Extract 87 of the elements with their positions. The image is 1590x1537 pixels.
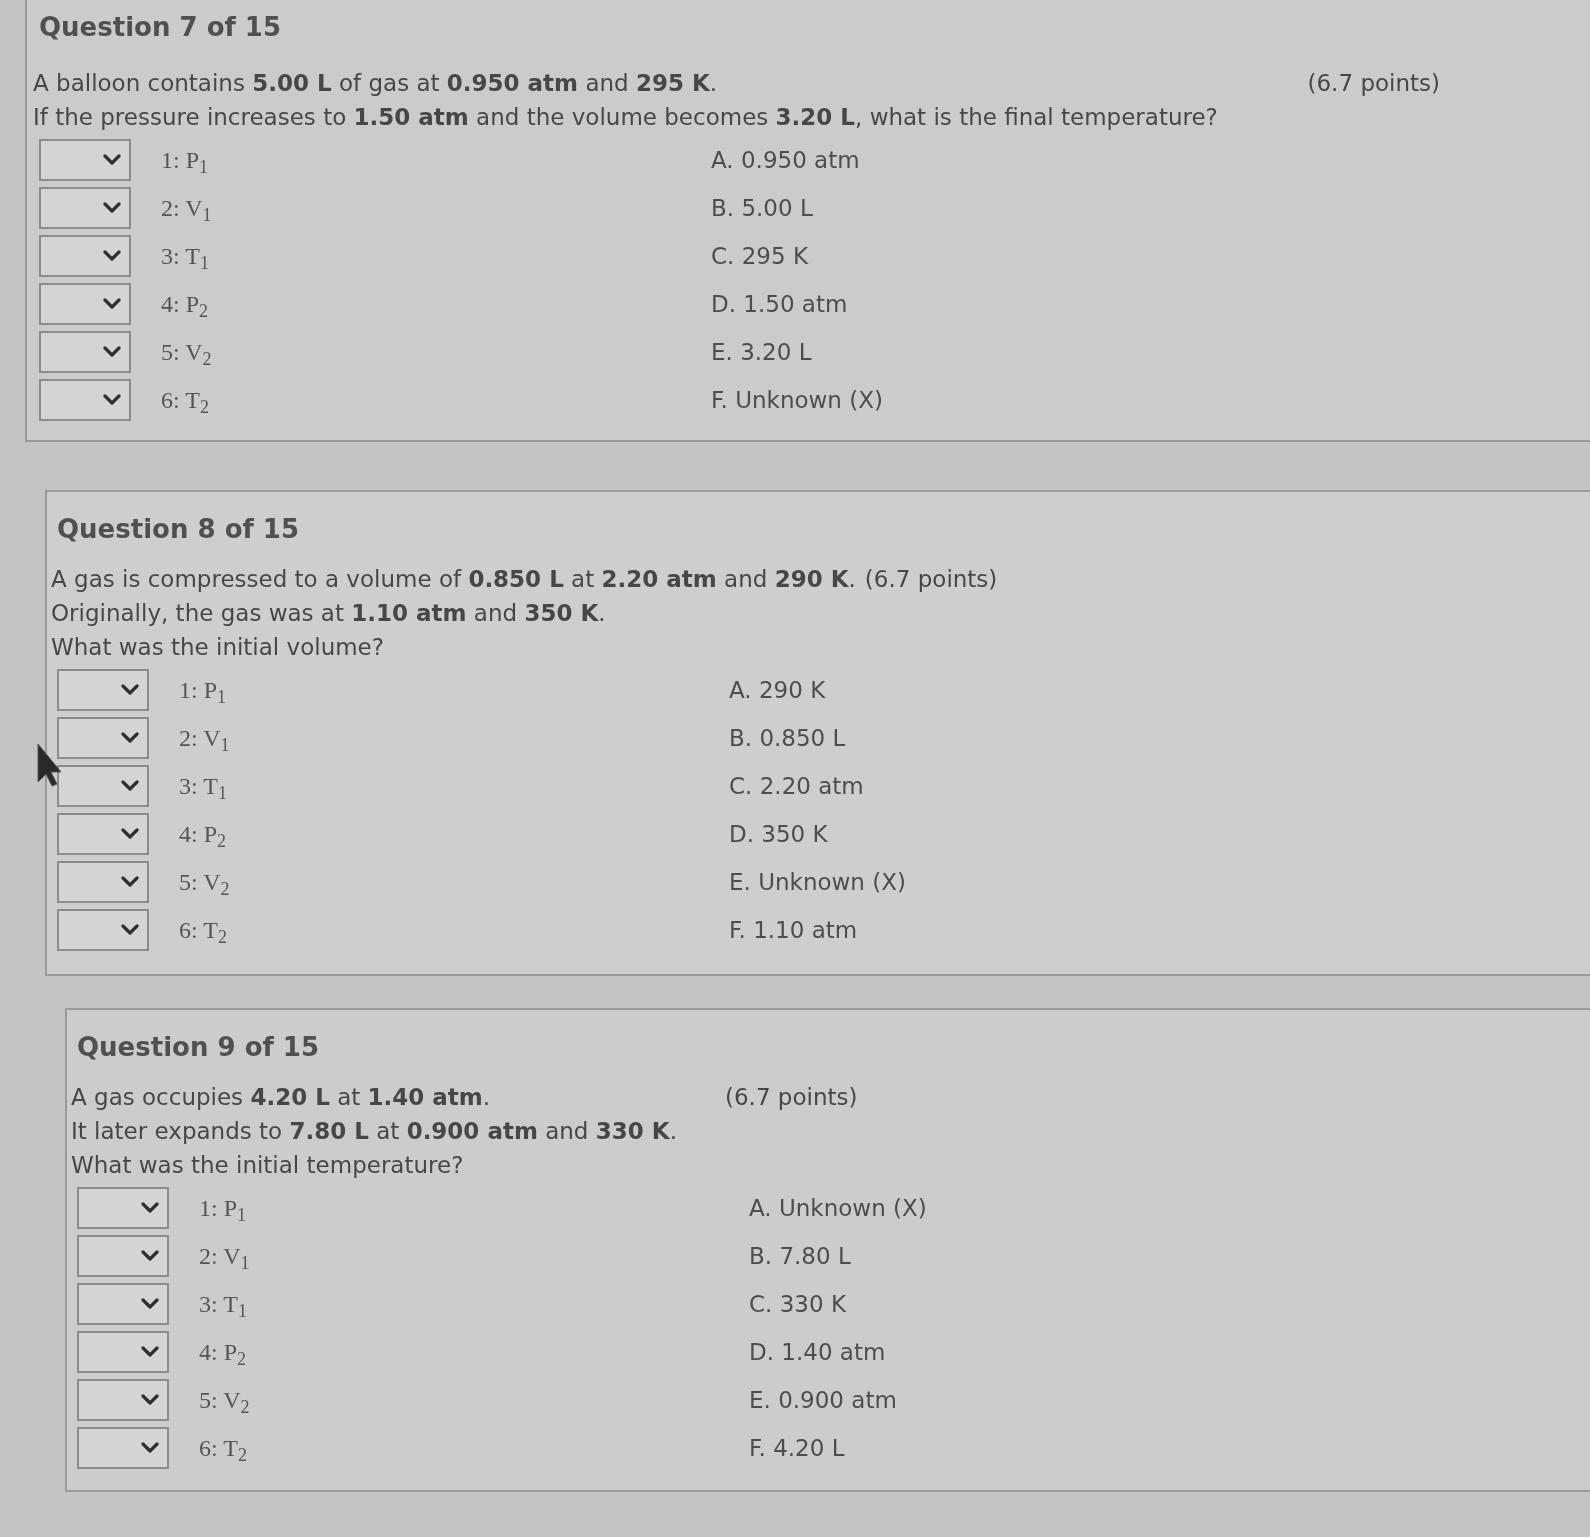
chevron-down-icon bbox=[141, 1250, 159, 1262]
chevron-down-icon bbox=[103, 394, 121, 406]
variable-label: 3: T$_{1}$ bbox=[199, 1290, 247, 1319]
question-text: What was the initial temperature? bbox=[71, 1151, 465, 1180]
variable-label: 4: P$_{2}$ bbox=[179, 820, 226, 849]
answer-dropdown[interactable] bbox=[57, 717, 149, 759]
question-text: A balloon contains 5.00 L of gas at 0.950 atm and 295 K. bbox=[33, 69, 718, 98]
answer-option: C. 295 K bbox=[711, 241, 808, 271]
variable-label: 2: V$_{1}$ bbox=[199, 1242, 250, 1271]
answer-option: C. 2.20 atm bbox=[729, 771, 864, 801]
points-label: (6.7 points) bbox=[1307, 69, 1440, 98]
points-label: (6.7 points) bbox=[864, 565, 998, 594]
question-text: A gas is compressed to a volume of 0.850 L at 2.20 atm and 290 K. bbox=[51, 565, 856, 594]
variable-label: 2: V$_{1}$ bbox=[179, 724, 230, 753]
answer-option: A. 0.950 atm bbox=[711, 145, 860, 175]
chevron-down-icon bbox=[121, 684, 139, 696]
chevron-down-icon bbox=[141, 1442, 159, 1454]
answer-option: B. 5.00 L bbox=[711, 193, 813, 223]
answer-dropdown[interactable] bbox=[57, 909, 149, 951]
question-text: Originally, the gas was at 1.10 atm and 350 K. bbox=[51, 599, 607, 628]
chevron-down-icon bbox=[141, 1346, 159, 1358]
variable-label: 3: T$_{1}$ bbox=[179, 772, 227, 801]
variable-label: 2: V$_{1}$ bbox=[161, 194, 212, 223]
chevron-down-icon bbox=[121, 924, 139, 936]
answer-option: B. 0.850 L bbox=[729, 723, 846, 753]
answer-option: B. 7.80 L bbox=[749, 1241, 851, 1271]
answer-option: F. Unknown (X) bbox=[711, 385, 883, 415]
answer-option: F. 1.10 atm bbox=[729, 915, 858, 945]
question-title: Question 7 of 15 bbox=[39, 11, 283, 44]
answer-dropdown[interactable] bbox=[57, 765, 149, 807]
answer-option: E. Unknown (X) bbox=[729, 867, 906, 897]
chevron-down-icon bbox=[103, 298, 121, 310]
answer-dropdown[interactable] bbox=[77, 1331, 169, 1373]
answer-dropdown[interactable] bbox=[77, 1235, 169, 1277]
chevron-down-icon bbox=[121, 732, 139, 744]
question-text: What was the initial volume? bbox=[51, 633, 385, 662]
answer-dropdown[interactable] bbox=[39, 379, 131, 421]
variable-label: 5: V$_{2}$ bbox=[179, 868, 230, 897]
answer-option: E. 3.20 L bbox=[711, 337, 812, 367]
variable-label: 4: P$_{2}$ bbox=[199, 1338, 246, 1367]
answer-dropdown[interactable] bbox=[77, 1379, 169, 1421]
variable-label: 6: T$_{2}$ bbox=[179, 916, 227, 945]
variable-label: 6: T$_{2}$ bbox=[161, 386, 209, 415]
chevron-down-icon bbox=[121, 828, 139, 840]
answer-dropdown[interactable] bbox=[57, 669, 149, 711]
answer-option: C. 330 K bbox=[749, 1289, 846, 1319]
answer-dropdown[interactable] bbox=[57, 861, 149, 903]
answer-option: A. Unknown (X) bbox=[749, 1193, 927, 1223]
answer-option: D. 1.50 atm bbox=[711, 289, 848, 319]
question-text: It later expands to 7.80 L at 0.900 atm and 330 K. bbox=[71, 1117, 678, 1146]
answer-dropdown[interactable] bbox=[39, 331, 131, 373]
answer-dropdown[interactable] bbox=[39, 187, 131, 229]
chevron-down-icon bbox=[121, 876, 139, 888]
variable-label: 1: P$_{1}$ bbox=[179, 676, 226, 705]
variable-label: 3: T$_{1}$ bbox=[161, 242, 209, 271]
cursor-icon bbox=[36, 742, 62, 788]
answer-dropdown[interactable] bbox=[39, 139, 131, 181]
answer-option: F. 4.20 L bbox=[749, 1433, 845, 1463]
question-title: Question 8 of 15 bbox=[57, 513, 301, 546]
variable-label: 4: P$_{2}$ bbox=[161, 290, 208, 319]
variable-label: 6: T$_{2}$ bbox=[199, 1434, 247, 1463]
variable-label: 1: P$_{1}$ bbox=[199, 1194, 246, 1223]
chevron-down-icon bbox=[141, 1394, 159, 1406]
chevron-down-icon bbox=[103, 346, 121, 358]
chevron-down-icon bbox=[141, 1202, 159, 1214]
answer-option: D. 350 K bbox=[729, 819, 828, 849]
answer-dropdown[interactable] bbox=[77, 1187, 169, 1229]
answer-dropdown[interactable] bbox=[39, 283, 131, 325]
chevron-down-icon bbox=[121, 780, 139, 792]
answer-dropdown[interactable] bbox=[77, 1427, 169, 1469]
answer-dropdown[interactable] bbox=[77, 1283, 169, 1325]
chevron-down-icon bbox=[103, 202, 121, 214]
question-text: A gas occupies 4.20 L at 1.40 atm. bbox=[71, 1083, 491, 1112]
chevron-down-icon bbox=[103, 250, 121, 262]
chevron-down-icon bbox=[103, 154, 121, 166]
answer-option: A. 290 K bbox=[729, 675, 826, 705]
variable-label: 5: V$_{2}$ bbox=[199, 1386, 250, 1415]
question-text: If the pressure increases to 1.50 atm and the volume becomes 3.20 L, what is the final temperature? bbox=[33, 103, 1219, 132]
answer-option: E. 0.900 atm bbox=[749, 1385, 897, 1415]
answer-option: D. 1.40 atm bbox=[749, 1337, 886, 1367]
points-label: (6.7 points) bbox=[725, 1083, 858, 1112]
answer-dropdown[interactable] bbox=[39, 235, 131, 277]
question-title: Question 9 of 15 bbox=[77, 1031, 321, 1064]
answer-dropdown[interactable] bbox=[57, 813, 149, 855]
variable-label: 1: P$_{1}$ bbox=[161, 146, 208, 175]
variable-label: 5: V$_{2}$ bbox=[161, 338, 212, 367]
chevron-down-icon bbox=[141, 1298, 159, 1310]
